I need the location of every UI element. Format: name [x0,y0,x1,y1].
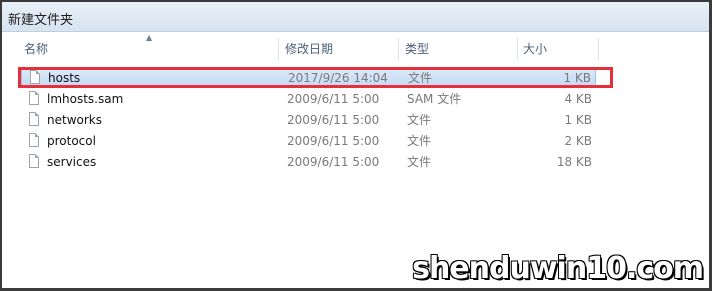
file-type: 文件 [407,155,432,169]
file-date: 2009/6/11 5:00 [287,155,380,169]
file-icon [29,133,39,147]
file-size: 1 KB [564,113,592,127]
file-name: protocol [47,134,96,148]
file-row-protocol[interactable]: protocol 2009/6/11 5:00 文件 2 KB [21,132,596,151]
file-name: networks [47,113,102,127]
column-divider[interactable] [598,38,599,60]
file-type: 文件 [407,134,432,148]
column-divider[interactable] [517,38,518,60]
file-row-networks[interactable]: networks 2009/6/11 5:00 文件 1 KB [21,111,596,130]
column-divider[interactable] [398,38,399,60]
column-header-row: 名称 ▲ 修改日期 类型 大小 [2,33,622,62]
file-icon [29,154,39,168]
file-type: SAM 文件 [407,92,462,106]
file-icon [30,70,40,84]
column-header-type[interactable]: 类型 [405,38,517,60]
file-size: 18 KB [556,155,592,169]
file-row-lmhosts[interactable]: lmhosts.sam 2009/6/11 5:00 SAM 文件 4 KB [21,90,596,109]
folder-title: 新建文件夹 [8,13,74,28]
file-size: 4 KB [564,92,592,106]
file-date: 2009/6/11 5:00 [287,113,380,127]
file-size: 1 KB [563,71,591,85]
file-type: 文件 [408,71,433,85]
title-bar: 新建文件夹 [2,2,709,32]
file-date: 2017/9/26 14:04 [288,71,388,85]
file-type: 文件 [407,113,432,127]
file-icon [29,112,39,126]
file-name: hosts [48,71,81,85]
file-row-services[interactable]: services 2009/6/11 5:00 文件 18 KB [21,153,596,172]
file-name: services [47,155,97,169]
file-row-hosts[interactable]: hosts 2017/9/26 14:04 文件 1 KB [21,68,596,87]
explorer-window: 新建文件夹 名称 ▲ 修改日期 类型 大小 hosts 2017/9/26 14… [2,2,709,288]
file-size: 2 KB [564,134,592,148]
sort-ascending-icon: ▲ [146,33,153,42]
watermark-text: shenduwin10.com [412,251,704,286]
file-date: 2009/6/11 5:00 [287,92,380,106]
column-divider[interactable] [278,38,279,60]
column-header-date[interactable]: 修改日期 [285,38,398,60]
file-date: 2009/6/11 5:00 [287,134,380,148]
file-name: lmhosts.sam [47,92,124,106]
column-header-size[interactable]: 大小 [523,38,598,60]
file-icon [29,91,39,105]
